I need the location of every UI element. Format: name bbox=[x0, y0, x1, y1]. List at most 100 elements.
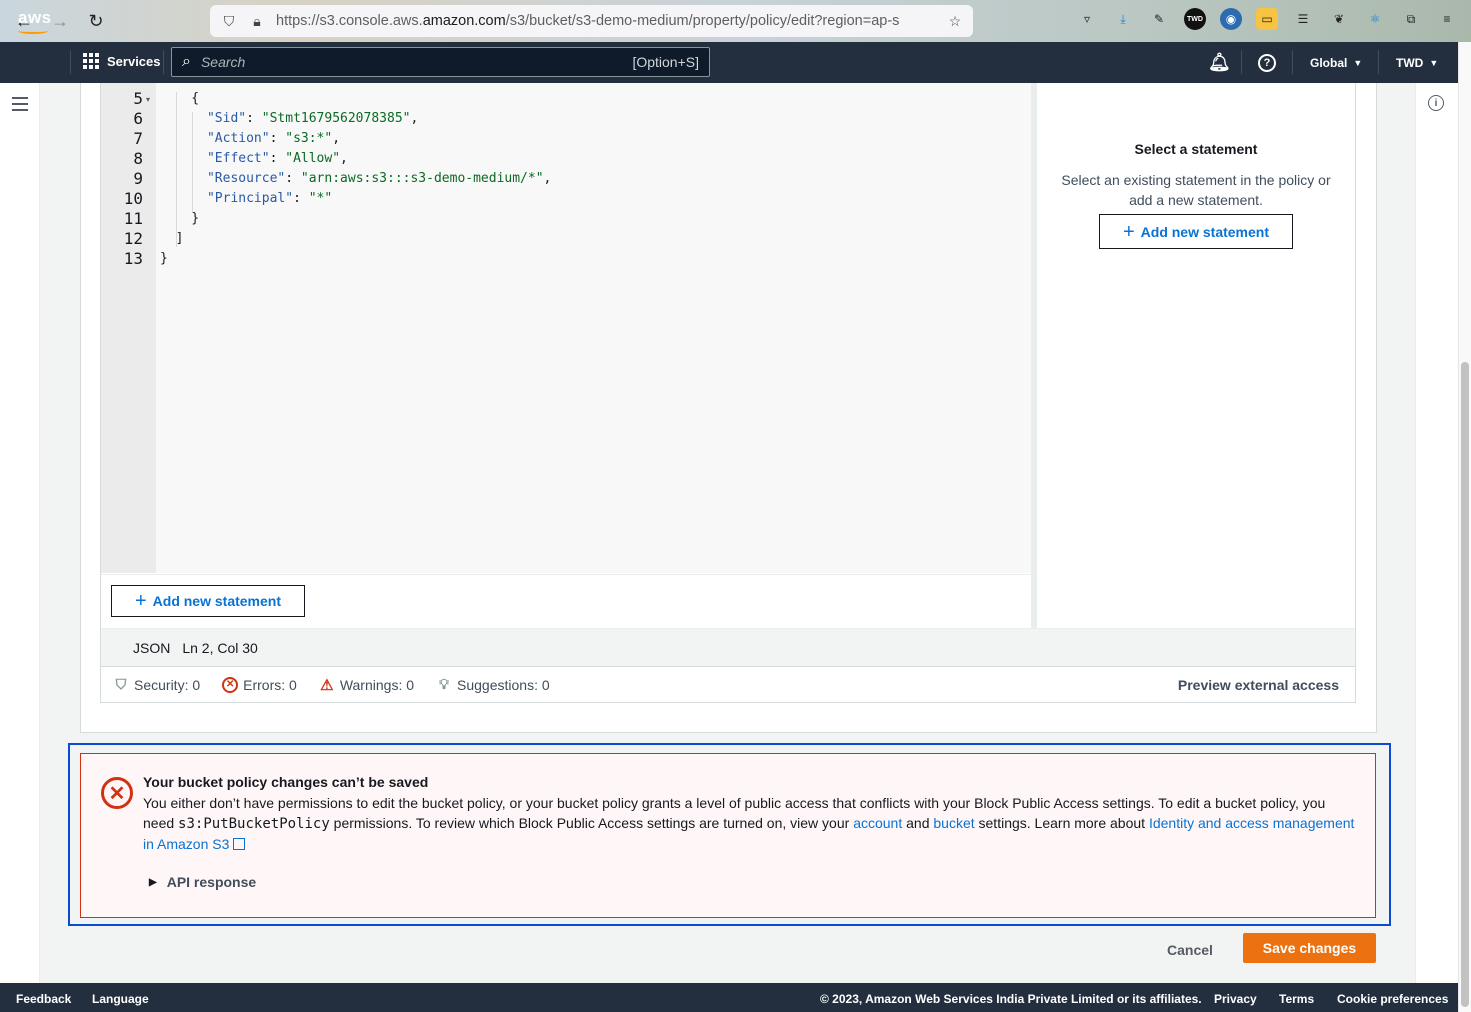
suggestions-findings-tab[interactable]: 💡︎ Suggestions: 0 bbox=[436, 676, 550, 693]
tools-rail bbox=[1415, 83, 1458, 983]
line-number: 11 bbox=[123, 209, 143, 228]
plus-icon: + bbox=[134, 590, 147, 612]
search-placeholder: Search bbox=[200, 54, 246, 70]
privacy-link[interactable]: Privacy bbox=[1214, 992, 1257, 1006]
security-findings-tab[interactable]: ⛉ Security: 0 bbox=[113, 676, 201, 693]
reload-icon[interactable]: ↻ bbox=[78, 5, 114, 37]
errors-findings-tab[interactable]: ✕ Errors: 0 bbox=[222, 676, 297, 693]
warnings-findings-tab[interactable]: ⚠ Warnings: 0 bbox=[319, 676, 414, 694]
code-line: { bbox=[160, 91, 200, 106]
help-icon[interactable]: ? bbox=[1258, 42, 1276, 83]
hamburger-menu-icon[interactable] bbox=[12, 97, 28, 115]
validation-bar: ⛉ Security: 0 ✕ Errors: 0 ⚠ Warnings: 0 … bbox=[101, 666, 1355, 702]
pocket-icon[interactable]: ▿ bbox=[1076, 8, 1098, 30]
caret-down-icon: ▼ bbox=[1353, 57, 1363, 68]
code-line: "Effect": "Allow", bbox=[206, 151, 348, 166]
search-shortcut-hint: [Option+S] bbox=[632, 54, 699, 70]
editor-mode: JSON bbox=[133, 639, 171, 656]
editor-status-bar: JSON Ln 2, Col 30 bbox=[101, 628, 1355, 666]
wrench-icon[interactable]: ✎ bbox=[1148, 8, 1170, 30]
alert-body: You either don’t have permissions to edi… bbox=[143, 795, 1355, 852]
code-line: ] bbox=[160, 231, 184, 246]
react-devtools-icon[interactable]: ⚛ bbox=[1364, 8, 1386, 30]
side-panel-description: Select an existing statement in the poli… bbox=[1061, 172, 1331, 208]
lock-icon[interactable]: 🔒︎ bbox=[248, 13, 266, 30]
errors-count: Errors: 0 bbox=[243, 676, 297, 693]
address-bar[interactable]: ⛉ 🔒︎ https://s3.console.aws.amazon.com/s… bbox=[210, 5, 973, 37]
side-add-new-statement-button[interactable]: + Add new statement bbox=[1099, 214, 1293, 249]
bookmark-star-icon[interactable]: ☆ bbox=[946, 13, 964, 30]
add-new-statement-label: Add new statement bbox=[152, 593, 282, 609]
suggestions-count: Suggestions: 0 bbox=[457, 676, 550, 693]
side-add-new-statement-label: Add new statement bbox=[1140, 223, 1270, 240]
line-number: 8 bbox=[133, 149, 143, 168]
feedback-link[interactable]: Feedback bbox=[16, 992, 71, 1006]
save-changes-button[interactable]: Save changes bbox=[1243, 933, 1376, 963]
nav-divider bbox=[1378, 50, 1379, 74]
feather-icon[interactable]: ❦ bbox=[1328, 8, 1350, 30]
menu-icon[interactable]: ≡ bbox=[1436, 8, 1458, 30]
aws-logo-smile bbox=[18, 28, 48, 34]
security-count: Security: 0 bbox=[134, 676, 201, 693]
notifications-bell-icon[interactable]: 🔔︎ bbox=[1208, 42, 1231, 83]
terms-link[interactable]: Terms bbox=[1279, 992, 1314, 1006]
bucket-settings-link[interactable]: bucket bbox=[933, 815, 974, 831]
download-icon[interactable]: ⤓ bbox=[1112, 8, 1134, 30]
shield-icon[interactable]: ⛉ bbox=[220, 13, 238, 30]
warning-icon: ⚠ bbox=[320, 676, 334, 694]
code-line: "Action": "s3:*", bbox=[206, 131, 341, 146]
nav-divider bbox=[1292, 50, 1293, 74]
error-circle-icon: ✕ bbox=[101, 777, 133, 809]
url-domain: amazon.com bbox=[422, 13, 506, 29]
url-path: /s3/bucket/s3-demo-medium/property/polic… bbox=[505, 13, 900, 29]
code-line: "Resource": "arn:aws:s3:::s3-demo-medium… bbox=[206, 171, 552, 186]
lightbulb-icon: 💡︎ bbox=[439, 676, 449, 692]
aws-logo[interactable]: aws bbox=[18, 8, 52, 28]
cursor-position: Ln 2, Col 30 bbox=[182, 639, 258, 656]
add-new-statement-button[interactable]: + Add new statement bbox=[111, 585, 305, 617]
account-settings-link[interactable]: account bbox=[853, 815, 902, 831]
globe-extension-icon[interactable]: ◉ bbox=[1220, 8, 1242, 30]
language-selector[interactable]: Language bbox=[92, 992, 149, 1006]
side-panel-title: Select a statement bbox=[1134, 141, 1258, 157]
nav-divider bbox=[70, 50, 71, 74]
plus-icon: + bbox=[1122, 220, 1135, 243]
line-number: 13 bbox=[123, 249, 143, 268]
api-response-toggle[interactable]: ▶ API response bbox=[149, 874, 256, 890]
extensions-toolbar: ▿ ⤓ ✎ TWD ◉ ▭ ☰ ❦ ⚛ ⧉ ≡ bbox=[1076, 8, 1458, 30]
alert-title: Your bucket policy changes can’t be save… bbox=[143, 774, 429, 790]
side-navigation-rail bbox=[0, 83, 40, 983]
account-menu[interactable]: TWD ▼ bbox=[1396, 42, 1438, 83]
error-icon: ✕ bbox=[222, 676, 239, 693]
region-selector[interactable]: Global ▼ bbox=[1310, 42, 1362, 83]
caret-down-icon: ▼ bbox=[1429, 57, 1439, 68]
console-footer: Feedback Language © 2023, Amazon Web Ser… bbox=[0, 983, 1458, 1012]
line-number: 6 bbox=[133, 109, 143, 128]
cookie-preferences-link[interactable]: Cookie preferences bbox=[1337, 992, 1448, 1006]
external-link-icon bbox=[233, 838, 246, 850]
permission-code: s3:PutBucketPolicy bbox=[178, 816, 330, 832]
line-number: 5 bbox=[133, 89, 143, 108]
caret-right-icon: ▶ bbox=[149, 876, 157, 888]
grid-icon bbox=[83, 53, 99, 69]
nav-divider bbox=[1241, 50, 1242, 74]
code-line: } bbox=[160, 211, 200, 226]
line-number: 7 bbox=[133, 129, 143, 148]
shield-icon: ⛉ bbox=[115, 676, 127, 692]
scrollbar-thumb[interactable] bbox=[1461, 362, 1469, 1007]
code-line: "Principal": "*" bbox=[206, 191, 333, 206]
reader-icon[interactable]: ☰ bbox=[1292, 8, 1314, 30]
preview-external-access-button[interactable]: Preview external access bbox=[1178, 677, 1339, 693]
nav-divider bbox=[163, 50, 164, 74]
fold-caret-icon[interactable]: ▾ bbox=[146, 95, 150, 104]
search-input[interactable]: ⌕ Search [Option+S] bbox=[171, 47, 710, 77]
twd-extension-icon[interactable]: TWD bbox=[1184, 8, 1206, 30]
info-icon[interactable]: i bbox=[1428, 95, 1444, 111]
search-icon: ⌕ bbox=[182, 53, 191, 70]
url-text[interactable]: https://s3.console.aws.amazon.com/s3/buc… bbox=[276, 13, 912, 29]
extensions-puzzle-icon[interactable]: ⧉ bbox=[1400, 8, 1422, 30]
wallet-extension-icon[interactable]: ▭ bbox=[1256, 8, 1278, 30]
services-menu-button[interactable]: Services bbox=[83, 53, 161, 69]
code-line: } bbox=[160, 251, 168, 266]
cancel-button[interactable]: Cancel bbox=[1160, 936, 1220, 964]
